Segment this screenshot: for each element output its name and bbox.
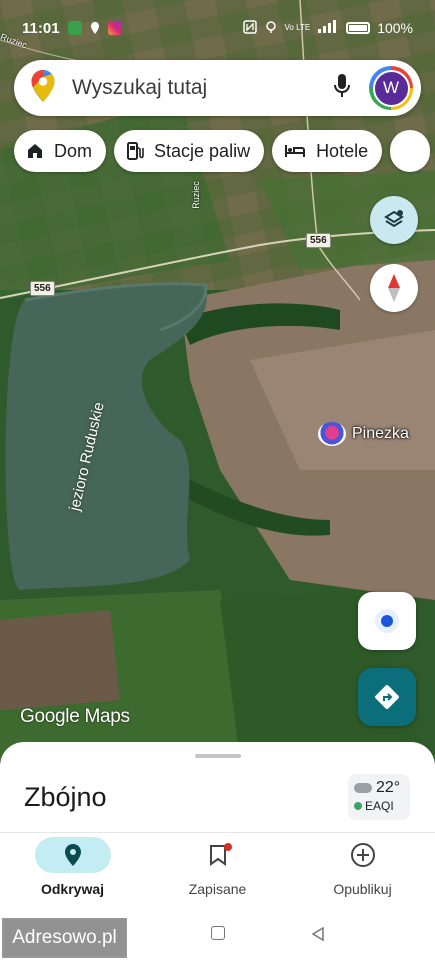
my-location-icon bbox=[375, 609, 399, 633]
location-icon bbox=[88, 21, 102, 35]
category-chips: Dom Stacje paliw Hotele bbox=[14, 130, 431, 172]
maps-pin-logo-icon bbox=[30, 69, 56, 108]
compass-icon bbox=[388, 274, 400, 302]
bottom-navigation: Odkrywaj Zapisane Opublikuj bbox=[0, 832, 435, 910]
saved-pin[interactable]: Pinezka bbox=[318, 422, 409, 446]
chip-label: Stacje paliw bbox=[154, 140, 251, 161]
clock: 11:01 bbox=[22, 19, 60, 37]
microphone-icon[interactable] bbox=[333, 73, 351, 104]
location-icon bbox=[264, 20, 278, 37]
nfc-icon bbox=[242, 19, 257, 37]
tab-label: Zapisane bbox=[188, 881, 247, 897]
weather-widget[interactable]: 22° EAQI bbox=[348, 774, 410, 820]
battery-icon bbox=[346, 22, 371, 34]
drag-handle[interactable] bbox=[195, 754, 241, 758]
watermark: Adresowo.pl bbox=[2, 918, 127, 958]
chip-gas-stations[interactable]: Stacje paliw bbox=[114, 130, 265, 172]
gas-station-icon bbox=[127, 142, 144, 160]
search-bar[interactable]: Wyszukaj tutaj W bbox=[14, 60, 421, 116]
directions-icon bbox=[375, 685, 399, 709]
volte-indicator: Vo LTE bbox=[284, 23, 311, 32]
tab-saved[interactable]: Zapisane bbox=[145, 833, 290, 910]
add-circle-icon bbox=[350, 843, 375, 867]
location-pin-icon bbox=[64, 844, 81, 866]
account-avatar[interactable]: W bbox=[369, 66, 413, 110]
road-number-label: 556 bbox=[306, 233, 331, 248]
search-input[interactable]: Wyszukaj tutaj bbox=[72, 76, 333, 100]
cloud-icon bbox=[354, 783, 372, 793]
directions-button[interactable] bbox=[358, 668, 416, 726]
tab-label: Odkrywaj bbox=[40, 881, 105, 897]
back-button[interactable] bbox=[310, 926, 326, 942]
layers-button[interactable] bbox=[370, 196, 418, 244]
bed-icon bbox=[285, 145, 306, 157]
air-quality-dot-icon bbox=[354, 802, 362, 810]
tab-contribute[interactable]: Opublikuj bbox=[290, 833, 435, 910]
chip-label: Hotele bbox=[316, 140, 369, 161]
shield-icon bbox=[67, 21, 82, 35]
google-maps-logo: Google Maps bbox=[20, 706, 130, 727]
compass-button[interactable] bbox=[370, 264, 418, 312]
instagram-icon bbox=[107, 21, 122, 35]
status-bar: 11:01 Vo LTE 100% bbox=[0, 0, 435, 56]
temperature: 22° bbox=[376, 779, 401, 796]
recents-button[interactable] bbox=[211, 926, 225, 940]
home-icon bbox=[28, 144, 42, 158]
air-quality-label: EAQI bbox=[365, 799, 394, 813]
village-label: Ruziec bbox=[190, 181, 201, 209]
pin-label: Pinezka bbox=[352, 425, 409, 442]
battery-percent: 100% bbox=[377, 20, 413, 36]
chip-more[interactable] bbox=[390, 130, 431, 172]
signal-icon bbox=[317, 19, 339, 37]
chip-label: Dom bbox=[54, 140, 93, 161]
layers-icon bbox=[384, 210, 404, 228]
avatar-letter: W bbox=[372, 69, 410, 107]
tab-label: Opublikuj bbox=[333, 881, 392, 897]
chip-hotels[interactable]: Hotele bbox=[272, 130, 383, 172]
notification-dot bbox=[223, 843, 232, 851]
road-number-label: 556 bbox=[30, 281, 55, 296]
place-name: Zbójno bbox=[24, 782, 107, 812]
chip-home[interactable]: Dom bbox=[14, 130, 107, 172]
tab-explore[interactable]: Odkrywaj bbox=[0, 833, 145, 910]
pin-icon bbox=[318, 422, 346, 446]
my-location-button[interactable] bbox=[358, 592, 416, 650]
